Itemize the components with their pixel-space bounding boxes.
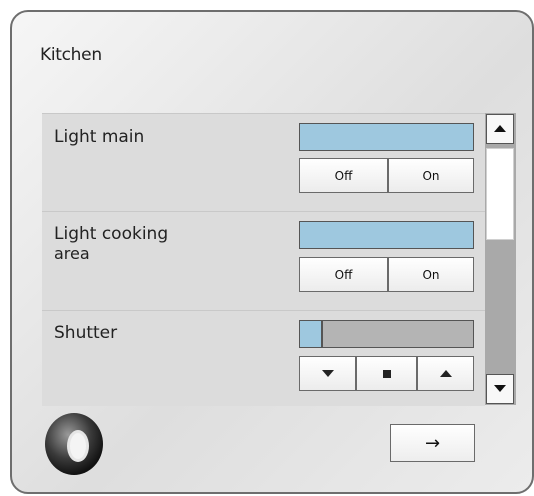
shutter-up-button[interactable]: [417, 356, 474, 391]
shutter-position-bar[interactable]: [299, 320, 474, 348]
off-button[interactable]: Off: [299, 257, 388, 292]
scrollbar-thumb[interactable]: [486, 148, 514, 240]
device-name-line1: Shutter: [54, 323, 118, 343]
device-name: Light cooking area: [54, 224, 284, 264]
device-row-shutter: Shutter: [42, 310, 485, 406]
next-button[interactable]: →: [390, 424, 475, 462]
scroll-up-icon: [494, 125, 506, 132]
device-name: Shutter: [54, 323, 284, 343]
right-arrow-icon: →: [424, 432, 441, 454]
device-name-line2: area: [54, 244, 90, 263]
dimmer-level-bar[interactable]: [299, 123, 474, 151]
device-row-light-main: Light main Off On: [42, 114, 485, 212]
dimmer-level-bar[interactable]: [299, 221, 474, 249]
scroll-down-button[interactable]: [486, 374, 514, 404]
triangle-down-icon: [321, 369, 334, 377]
square-stop-icon: [382, 369, 391, 378]
shutter-position-fill: [300, 321, 323, 347]
device-name-line1: Light cooking: [54, 224, 169, 244]
device-name: Light main: [54, 127, 284, 147]
scroll-down-icon: [494, 385, 506, 392]
logo-icon: [40, 410, 108, 478]
off-button[interactable]: Off: [299, 158, 388, 193]
on-button[interactable]: On: [388, 257, 474, 292]
vertical-scrollbar[interactable]: [485, 113, 516, 405]
room-title: Kitchen: [40, 45, 102, 65]
shutter-stop-button[interactable]: [356, 356, 417, 391]
triangle-up-icon: [439, 369, 452, 377]
device-name-line1: Light main: [54, 127, 145, 147]
shutter-down-button[interactable]: [299, 356, 356, 391]
device-list: Light main Off On Light cooking area Off…: [42, 113, 485, 406]
device-row-light-cooking-area: Light cooking area Off On: [42, 211, 485, 311]
scroll-up-button[interactable]: [486, 114, 514, 144]
on-button[interactable]: On: [388, 158, 474, 193]
